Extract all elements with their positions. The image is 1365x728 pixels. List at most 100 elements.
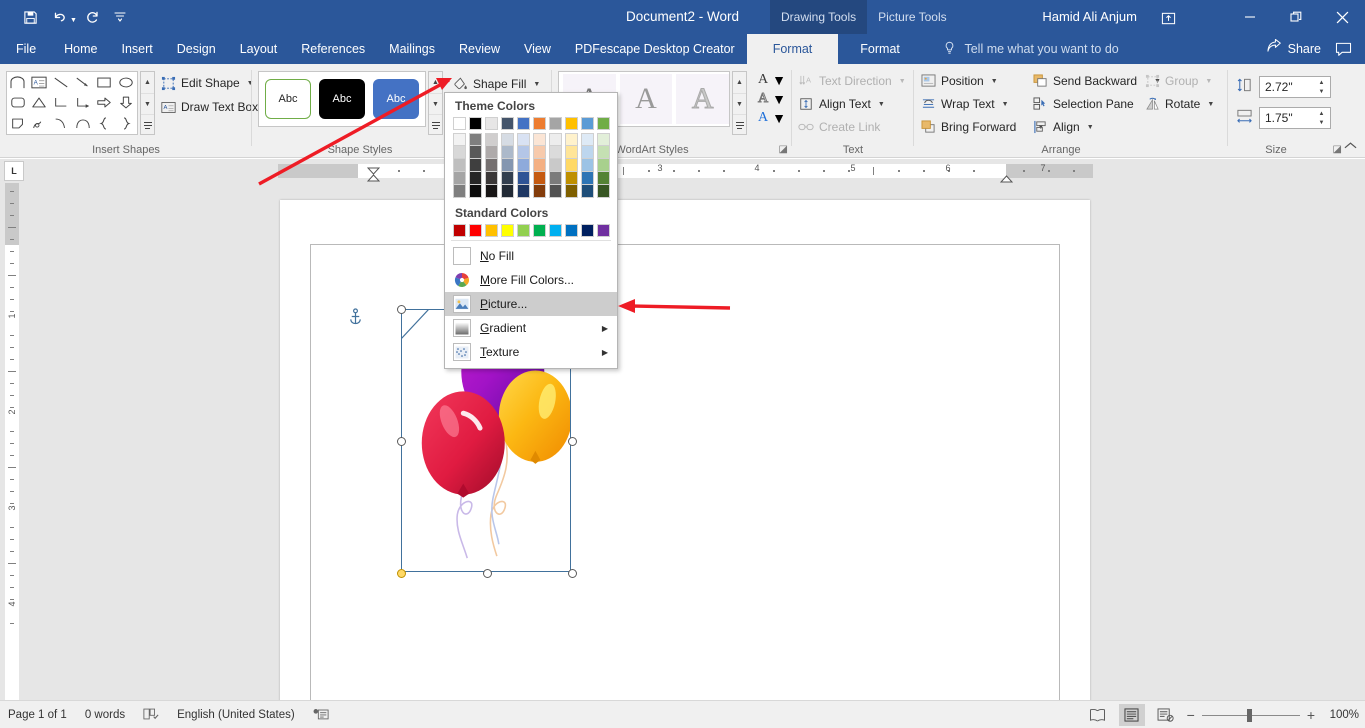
standard-color-swatch-5[interactable] bbox=[533, 224, 546, 237]
shape-line-icon[interactable] bbox=[50, 72, 72, 93]
shapes-gallery-more-icon[interactable] bbox=[141, 114, 154, 135]
shape-right-brace-icon[interactable] bbox=[115, 113, 137, 134]
theme-color-variant-1-5[interactable] bbox=[469, 185, 482, 198]
theme-color-variant-4-5[interactable] bbox=[517, 185, 530, 198]
theme-color-variant-2-1[interactable] bbox=[485, 133, 498, 146]
wordart-scroll-down-icon[interactable]: ▼ bbox=[733, 93, 746, 114]
theme-color-variant-1-4[interactable] bbox=[469, 172, 482, 185]
tab-pdfescape-desktop-creator[interactable]: PDFescape Desktop Creator bbox=[563, 34, 747, 64]
shapes-gallery[interactable]: A bbox=[6, 71, 138, 135]
shape-width-input[interactable]: 1.75" ▲ ▼ bbox=[1259, 107, 1331, 129]
theme-color-variant-4-3[interactable] bbox=[517, 159, 530, 172]
theme-color-variant-7-4[interactable] bbox=[565, 172, 578, 185]
shapes-scroll-up-icon[interactable]: ▲ bbox=[141, 72, 154, 93]
theme-color-variant-7-3[interactable] bbox=[565, 159, 578, 172]
theme-color-variant-6-2[interactable] bbox=[549, 146, 562, 159]
theme-color-variant-3-1[interactable] bbox=[501, 133, 514, 146]
position-dropdown-icon[interactable]: ▼ bbox=[991, 78, 998, 85]
theme-color-variant-0-1[interactable] bbox=[453, 133, 466, 146]
theme-color-variant-7-1[interactable] bbox=[565, 133, 578, 146]
shape-down-arrow-icon[interactable] bbox=[115, 93, 137, 114]
theme-color-variant-1-1[interactable] bbox=[469, 133, 482, 146]
standard-color-swatch-9[interactable] bbox=[597, 224, 610, 237]
menu-item-picture[interactable]: Picture... bbox=[445, 292, 617, 316]
theme-color-variant-5-5[interactable] bbox=[533, 185, 546, 198]
shape-elbow-arrow-icon[interactable] bbox=[72, 93, 94, 114]
theme-color-variant-0-4[interactable] bbox=[453, 172, 466, 185]
theme-color-swatch-5[interactable] bbox=[533, 117, 546, 130]
print-layout-view-button[interactable] bbox=[1118, 704, 1145, 726]
theme-color-variant-8-4[interactable] bbox=[581, 172, 594, 185]
wrap-text-button[interactable]: Wrap Text ▼ bbox=[920, 96, 1009, 112]
theme-color-variant-8-1[interactable] bbox=[581, 133, 594, 146]
create-link-button[interactable]: Create Link bbox=[798, 119, 880, 135]
zoom-level[interactable]: 100% bbox=[1323, 709, 1359, 721]
text-direction-dropdown-icon[interactable]: ▼ bbox=[899, 78, 906, 85]
theme-color-variant-4-1[interactable] bbox=[517, 133, 530, 146]
theme-color-variant-5-2[interactable] bbox=[533, 146, 546, 159]
shape-rectangle-icon[interactable] bbox=[94, 72, 116, 93]
shape-styles-gallery[interactable]: Abc Abc Abc bbox=[258, 71, 426, 127]
theme-color-variant-4-2[interactable] bbox=[517, 146, 530, 159]
resize-handle-bottom-right[interactable] bbox=[568, 569, 577, 578]
wordart-scroll-up-icon[interactable]: ▲ bbox=[733, 72, 746, 93]
tab-layout[interactable]: Layout bbox=[228, 34, 290, 64]
position-button[interactable]: Position ▼ bbox=[920, 73, 998, 89]
web-layout-view-button[interactable] bbox=[1153, 704, 1179, 726]
theme-color-variant-2-5[interactable] bbox=[485, 185, 498, 198]
tab-mailings[interactable]: Mailings bbox=[377, 34, 447, 64]
wordart-gallery-more-icon[interactable] bbox=[733, 114, 746, 135]
page-info[interactable]: Page 1 of 1 bbox=[8, 709, 67, 721]
theme-color-variant-9-5[interactable] bbox=[597, 185, 610, 198]
shape-fill-dropdown-icon[interactable]: ▼ bbox=[533, 81, 540, 88]
resize-handle-middle-right[interactable] bbox=[568, 437, 577, 446]
shape-curve-right-icon[interactable] bbox=[50, 113, 72, 134]
resize-handle-middle-left[interactable] bbox=[397, 437, 406, 446]
shape-folded-corner-icon[interactable] bbox=[7, 113, 29, 134]
tab-review[interactable]: Review bbox=[447, 34, 512, 64]
shape-fill-button[interactable]: Shape Fill ▼ bbox=[452, 76, 540, 92]
theme-color-variant-3-5[interactable] bbox=[501, 185, 514, 198]
proofing-errors-icon[interactable] bbox=[143, 707, 159, 724]
standard-color-swatch-1[interactable] bbox=[469, 224, 482, 237]
restore-button[interactable] bbox=[1273, 0, 1319, 34]
theme-color-variant-3-3[interactable] bbox=[501, 159, 514, 172]
shape-arc-icon[interactable] bbox=[72, 113, 94, 134]
theme-color-variant-0-2[interactable] bbox=[453, 146, 466, 159]
shape-oval-icon[interactable] bbox=[115, 72, 137, 93]
comments-icon[interactable] bbox=[1329, 38, 1357, 60]
theme-color-variant-9-2[interactable] bbox=[597, 146, 610, 159]
theme-color-variant-9-4[interactable] bbox=[597, 172, 610, 185]
theme-color-variant-7-5[interactable] bbox=[565, 185, 578, 198]
tab-format-drawing-tools[interactable]: Format bbox=[746, 34, 839, 64]
styles-scroll-up-icon[interactable]: ▲ bbox=[429, 72, 442, 93]
shape-style-preset-2[interactable]: Abc bbox=[319, 79, 365, 119]
send-backward-button[interactable]: Send Backward ▼ bbox=[1032, 73, 1161, 89]
resize-handle-top-left[interactable] bbox=[397, 305, 406, 314]
theme-color-variant-8-3[interactable] bbox=[581, 159, 594, 172]
wordart-styles-scroll[interactable]: ▲ ▼ bbox=[732, 71, 747, 135]
theme-color-swatch-4[interactable] bbox=[517, 117, 530, 130]
theme-color-swatch-1[interactable] bbox=[469, 117, 482, 130]
menu-item-no-fill[interactable]: No Fill bbox=[445, 244, 617, 268]
shape-text-box-icon[interactable]: A bbox=[29, 72, 51, 93]
theme-color-variant-5-4[interactable] bbox=[533, 172, 546, 185]
shape-rounded-rect-top-icon[interactable] bbox=[7, 72, 29, 93]
styles-scroll-down-icon[interactable]: ▼ bbox=[429, 93, 442, 114]
align-dropdown-icon[interactable]: ▼ bbox=[1087, 124, 1094, 131]
resize-handle-bottom-center[interactable] bbox=[483, 569, 492, 578]
ribbon-display-options-icon[interactable] bbox=[1157, 8, 1179, 28]
theme-color-variant-5-1[interactable] bbox=[533, 133, 546, 146]
zoom-in-button[interactable]: + bbox=[1307, 707, 1315, 723]
tab-references[interactable]: References bbox=[289, 34, 377, 64]
theme-color-variant-7-2[interactable] bbox=[565, 146, 578, 159]
theme-color-variant-8-2[interactable] bbox=[581, 146, 594, 159]
shape-right-arrow-icon[interactable] bbox=[94, 93, 116, 114]
close-button[interactable] bbox=[1319, 0, 1365, 34]
shapes-scroll-down-icon[interactable]: ▼ bbox=[141, 93, 154, 114]
theme-color-swatch-3[interactable] bbox=[501, 117, 514, 130]
theme-color-variant-8-5[interactable] bbox=[581, 185, 594, 198]
text-fill-button[interactable]: A ▼ bbox=[758, 72, 786, 88]
word-count[interactable]: 0 words bbox=[85, 709, 125, 721]
theme-color-variant-4-4[interactable] bbox=[517, 172, 530, 185]
